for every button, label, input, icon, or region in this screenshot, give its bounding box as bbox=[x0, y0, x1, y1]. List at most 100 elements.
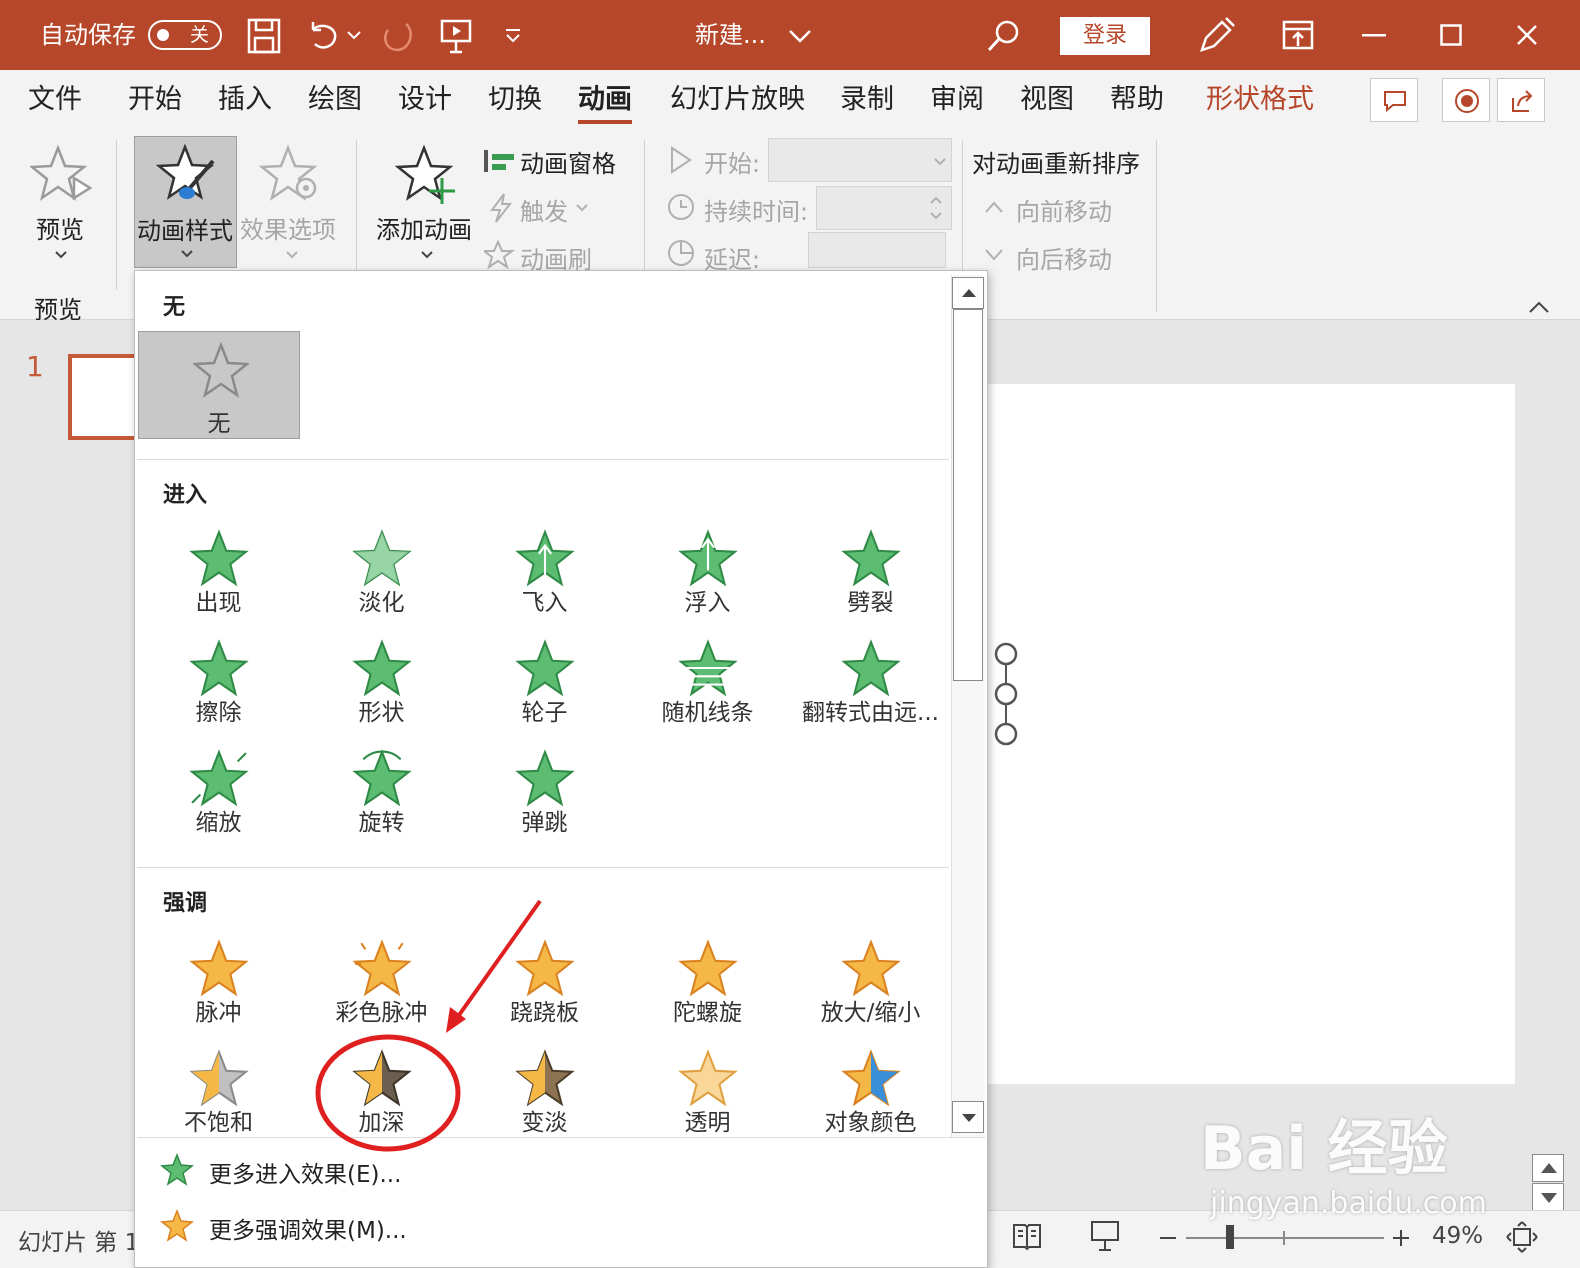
autosave-toggle[interactable]: 关 bbox=[148, 20, 222, 50]
next-slide-button[interactable] bbox=[1532, 1183, 1564, 1211]
collapse-ribbon-icon[interactable] bbox=[1528, 300, 1550, 314]
effect-random-bars[interactable]: 随机线条 bbox=[626, 631, 789, 737]
undo-dropdown-icon[interactable] bbox=[347, 30, 361, 40]
tab-draw[interactable]: 绘图 bbox=[308, 70, 362, 130]
add-animation-label[interactable]: 添加动画 bbox=[376, 210, 472, 245]
customize-toolbar-icon[interactable] bbox=[503, 26, 523, 46]
effect-pulse[interactable]: 脉冲 bbox=[137, 931, 300, 1037]
animation-painter-icon[interactable] bbox=[484, 238, 516, 270]
stepper-arrows-icon bbox=[930, 196, 942, 220]
prev-slide-button[interactable] bbox=[1532, 1154, 1564, 1182]
effect-zoom[interactable]: 缩放 bbox=[137, 741, 300, 847]
effect-object-color[interactable]: 对象颜色 bbox=[789, 1041, 952, 1147]
start-select[interactable] bbox=[768, 138, 952, 182]
zoom-out-icon[interactable] bbox=[1160, 1237, 1176, 1241]
maximize-icon[interactable] bbox=[1440, 24, 1462, 46]
share-button[interactable] bbox=[1497, 78, 1545, 122]
tab-transitions[interactable]: 切换 bbox=[488, 70, 542, 130]
tab-insert[interactable]: 插入 bbox=[218, 70, 272, 130]
zoom-in-icon[interactable] bbox=[1392, 1229, 1410, 1247]
save-icon[interactable] bbox=[247, 18, 281, 54]
tab-view[interactable]: 视图 bbox=[1020, 70, 1074, 130]
zoom-level[interactable]: 49% bbox=[1432, 1223, 1483, 1249]
delay-stepper[interactable] bbox=[808, 232, 946, 268]
effect-lighten[interactable]: 变淡 bbox=[463, 1041, 626, 1147]
move-earlier-icon[interactable] bbox=[984, 200, 1004, 214]
tab-file[interactable]: 文件 bbox=[28, 70, 82, 130]
add-animation-dropdown-icon[interactable] bbox=[420, 250, 434, 260]
zoom-slider-thumb[interactable] bbox=[1226, 1225, 1234, 1249]
ribbon-display-icon[interactable] bbox=[1282, 20, 1314, 50]
effect-fly-in[interactable]: 飞入 bbox=[463, 521, 626, 627]
tab-home[interactable]: 开始 bbox=[128, 70, 182, 130]
effect-wipe[interactable]: 擦除 bbox=[137, 631, 300, 737]
move-later-label[interactable]: 向后移动 bbox=[1016, 240, 1112, 275]
trigger-label[interactable]: 触发 bbox=[520, 192, 568, 227]
designer-pen-icon[interactable] bbox=[1196, 16, 1236, 56]
duration-stepper[interactable] bbox=[816, 186, 952, 230]
effect-transparency[interactable]: 透明 bbox=[626, 1041, 789, 1147]
none-section-title: 无 bbox=[163, 295, 186, 320]
fit-to-window-icon[interactable] bbox=[1506, 1221, 1538, 1253]
document-name[interactable]: 新建... bbox=[695, 0, 766, 70]
more-entrance-effects[interactable]: 更多进入效果(E)... bbox=[155, 1147, 855, 1195]
scroll-down-button[interactable] bbox=[952, 1101, 984, 1133]
tab-help[interactable]: 帮助 bbox=[1110, 70, 1164, 130]
search-icon[interactable] bbox=[986, 18, 1022, 54]
close-icon[interactable] bbox=[1516, 24, 1538, 46]
add-animation-icon[interactable] bbox=[394, 144, 460, 206]
effect-desaturate[interactable]: 不饱和 bbox=[137, 1041, 300, 1147]
trigger-icon[interactable] bbox=[486, 192, 514, 224]
login-button[interactable]: 登录 bbox=[1060, 17, 1150, 55]
scroll-thumb[interactable] bbox=[953, 309, 983, 681]
animation-styles-button[interactable]: 动画样式 bbox=[134, 136, 237, 268]
trigger-dropdown-icon[interactable] bbox=[576, 204, 588, 212]
tab-slideshow[interactable]: 幻灯片放映 bbox=[670, 70, 805, 130]
effect-grow-turn[interactable]: 翻转式由远... bbox=[789, 631, 952, 737]
comments-button[interactable] bbox=[1370, 78, 1418, 122]
effect-label: 变淡 bbox=[521, 1110, 568, 1136]
slideshow-view-icon[interactable] bbox=[1090, 1219, 1120, 1253]
effect-float-in[interactable]: 浮入 bbox=[626, 521, 789, 627]
preview-label[interactable]: 预览 bbox=[36, 210, 84, 245]
slide-canvas[interactable] bbox=[985, 384, 1515, 1084]
undo-icon[interactable] bbox=[305, 18, 341, 54]
tab-record[interactable]: 录制 bbox=[840, 70, 894, 130]
effect-options-label[interactable]: 效果选项 bbox=[240, 210, 336, 245]
effect-none[interactable]: 无 bbox=[138, 331, 300, 439]
effect-options-dropdown-icon[interactable] bbox=[285, 250, 299, 260]
zoom-slider-track[interactable] bbox=[1186, 1237, 1384, 1239]
effect-fade[interactable]: 淡化 bbox=[300, 521, 463, 627]
tab-animations[interactable]: 动画 bbox=[578, 70, 632, 130]
preview-dropdown-icon[interactable] bbox=[54, 250, 68, 260]
record-button[interactable] bbox=[1442, 78, 1490, 122]
effect-split[interactable]: 劈裂 bbox=[789, 521, 952, 627]
effect-appear[interactable]: 出现 bbox=[137, 521, 300, 627]
effect-shape[interactable]: 形状 bbox=[300, 631, 463, 737]
effect-teeter[interactable]: 跷跷板 bbox=[463, 931, 626, 1037]
move-later-icon[interactable] bbox=[984, 248, 1004, 262]
preview-star-icon[interactable] bbox=[30, 144, 92, 206]
chevron-down-icon[interactable] bbox=[788, 28, 812, 44]
scroll-up-button[interactable] bbox=[952, 277, 984, 309]
more-emphasis-effects[interactable]: 更多强调效果(M)... bbox=[155, 1203, 855, 1251]
shape-selection-handles[interactable] bbox=[990, 640, 1022, 750]
effect-wheel[interactable]: 轮子 bbox=[463, 631, 626, 737]
animation-pane-icon[interactable] bbox=[482, 148, 516, 174]
tab-design[interactable]: 设计 bbox=[398, 70, 452, 130]
tab-review[interactable]: 审阅 bbox=[930, 70, 984, 130]
effect-bounce[interactable]: 弹跳 bbox=[463, 741, 626, 847]
effect-options-icon[interactable] bbox=[258, 144, 324, 206]
effect-swivel[interactable]: 旋转 bbox=[300, 741, 463, 847]
animation-pane-label[interactable]: 动画窗格 bbox=[520, 144, 616, 179]
reading-view-icon[interactable] bbox=[1012, 1221, 1042, 1251]
redo-icon[interactable] bbox=[380, 18, 416, 54]
tab-shape-format[interactable]: 形状格式 bbox=[1206, 70, 1314, 130]
effect-darken[interactable]: 加深 bbox=[300, 1041, 463, 1147]
minimize-icon[interactable] bbox=[1362, 34, 1386, 38]
effect-grow-shrink[interactable]: 放大/缩小 bbox=[789, 931, 952, 1037]
effect-color-pulse[interactable]: 彩色脉冲 bbox=[300, 931, 463, 1037]
start-slideshow-icon[interactable] bbox=[440, 18, 472, 54]
move-earlier-label[interactable]: 向前移动 bbox=[1016, 192, 1112, 227]
effect-spin[interactable]: 陀螺旋 bbox=[626, 931, 789, 1037]
